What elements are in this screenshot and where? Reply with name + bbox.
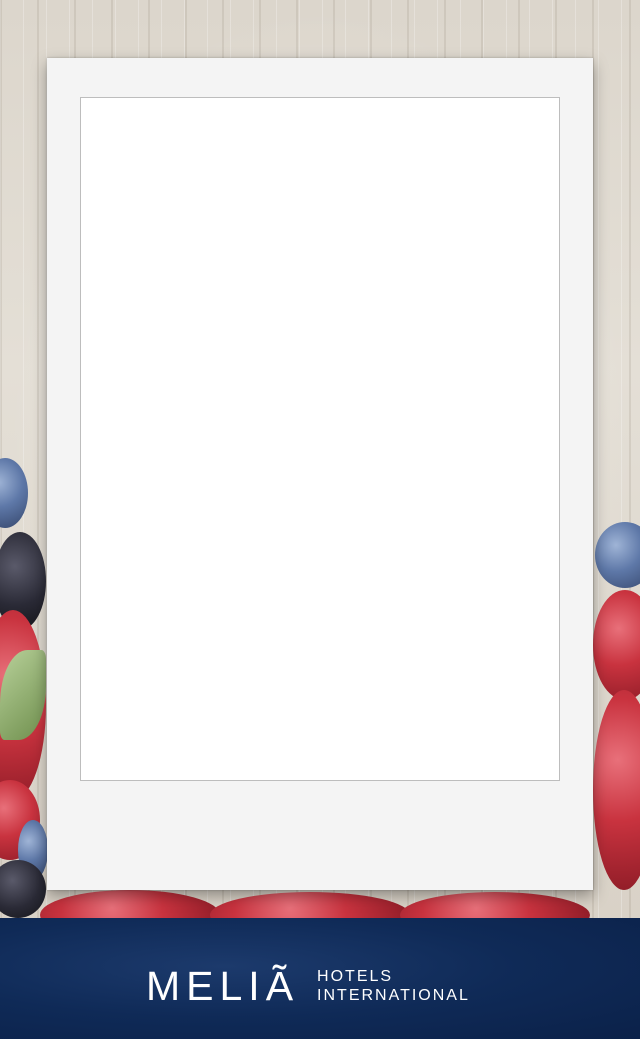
logo-wordmark: MELIÃ [146, 962, 300, 1009]
melia-logo: MELIÃ HOTELS INTERNATIONAL [146, 952, 470, 1008]
polaroid-frame [47, 58, 593, 890]
photo-area [80, 97, 560, 781]
logo-tagline-line1: HOTELS [317, 968, 394, 985]
logo-tagline-line2: INTERNATIONAL [317, 987, 470, 1004]
logo-tagline: HOTELS INTERNATIONAL [317, 967, 470, 1005]
